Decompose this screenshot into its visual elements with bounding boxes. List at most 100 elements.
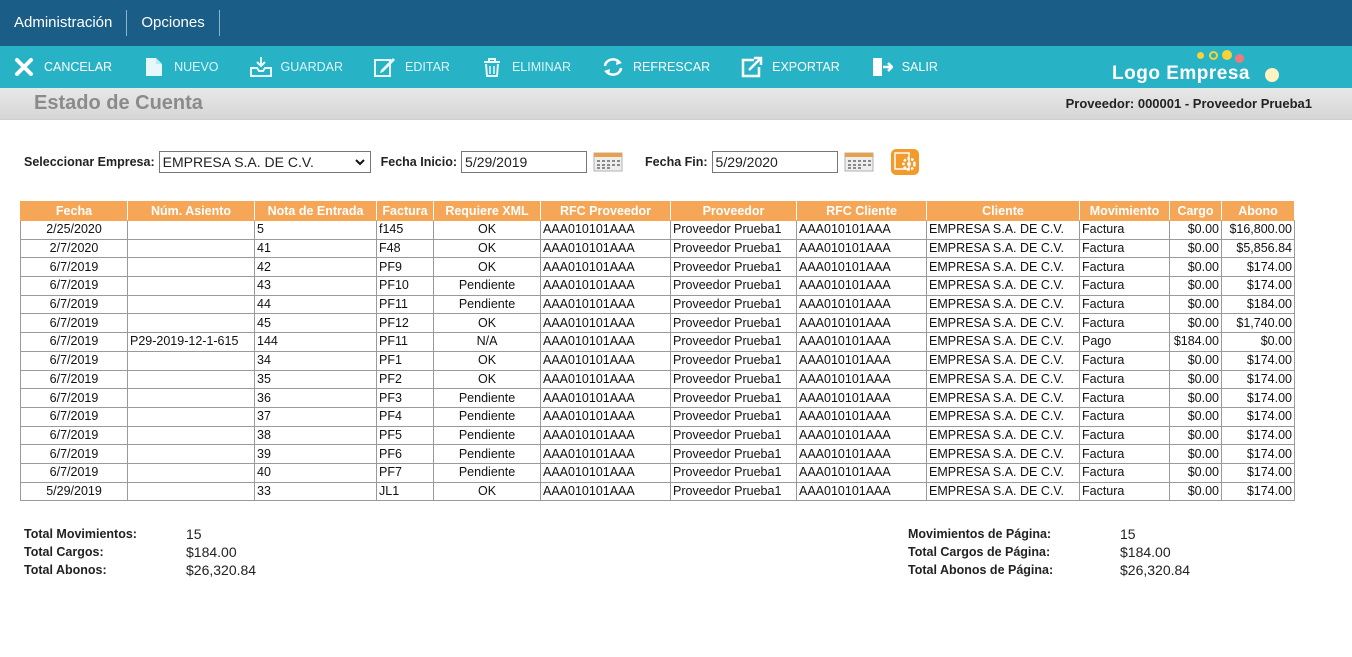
cell-requiere-xml: OK (433, 220, 541, 240)
page-cargos-label: Total Cargos de Página: (908, 545, 1051, 559)
cell-cargo: $0.00 (1169, 313, 1222, 334)
cell-abono: $174.00 (1221, 462, 1295, 483)
cell-cliente: EMPRESA S.A. DE C.V. (926, 276, 1080, 296)
cell-rfc-cliente: AAA010101AAA (796, 369, 927, 390)
cell-fecha: 6/7/2019 (20, 350, 128, 371)
cell-nota-entrada: 36 (254, 388, 377, 408)
cancel-label: CANCELAR (44, 60, 113, 74)
col-requiere-xml[interactable]: Requiere XML (433, 201, 541, 221)
cell-cargo: $0.00 (1169, 238, 1222, 259)
table-row[interactable]: 6/7/2019 36 PF3 Pendiente AAA010101AAA Provee… (20, 388, 1295, 408)
cell-cargo: $0.00 (1169, 220, 1222, 240)
cell-cliente: EMPRESA S.A. DE C.V. (926, 313, 1080, 334)
menu-administracion[interactable]: Administración (12, 10, 128, 36)
cell-abono: $0.00 (1221, 332, 1295, 352)
col-rfc-proveedor[interactable]: RFC Proveedor (540, 201, 671, 221)
edit-icon (373, 56, 397, 78)
chevron-down-icon (354, 152, 366, 178)
search-gear-button[interactable] (890, 148, 920, 176)
refresh-button[interactable]: REFRESCAR (601, 52, 710, 82)
cell-movimiento: Pago (1079, 332, 1170, 352)
fecha-fin-input[interactable]: 5/29/2020 (711, 151, 838, 173)
delete-button[interactable]: ELIMINAR (480, 52, 571, 82)
new-button[interactable]: NUEVO (142, 52, 219, 82)
empresa-label: Seleccionar Empresa: (24, 155, 155, 169)
cell-cargo: $0.00 (1169, 388, 1222, 408)
save-button[interactable]: GUARDAR (249, 52, 343, 82)
table-row[interactable]: 5/29/2019 33 JL1 OK AAA010101AAA Proveedor Pr… (20, 481, 1295, 502)
cell-factura: PF11 (376, 332, 434, 352)
cell-fecha: 6/7/2019 (20, 369, 128, 390)
cell-requiere-xml: Pendiente (433, 406, 541, 427)
table-row[interactable]: 6/7/2019 35 PF2 OK AAA010101AAA Proveedor Pru… (20, 369, 1295, 390)
cell-rfc-proveedor: AAA010101AAA (540, 444, 671, 464)
col-movimiento[interactable]: Movimiento (1079, 201, 1170, 221)
cell-rfc-cliente: AAA010101AAA (796, 238, 927, 259)
menu-opciones[interactable]: Opciones (127, 10, 220, 36)
col-cargo[interactable]: Cargo (1169, 201, 1222, 221)
cell-rfc-cliente: AAA010101AAA (796, 406, 927, 427)
export-button[interactable]: EXPORTAR (740, 52, 840, 82)
table-row[interactable]: 6/7/2019 44 PF11 Pendiente AAA010101AAA Prove… (20, 294, 1295, 315)
cell-movimiento: Factura (1079, 425, 1170, 446)
table-row[interactable]: 6/7/2019 39 PF6 Pendiente AAA010101AAA Provee… (20, 444, 1295, 464)
page-abonos-value: $26,320.84 (1120, 562, 1191, 578)
cell-num-asiento (127, 481, 255, 502)
cell-cliente: EMPRESA S.A. DE C.V. (926, 257, 1080, 278)
cell-rfc-proveedor: AAA010101AAA (540, 462, 671, 483)
cancel-button[interactable]: CANCELAR (12, 52, 112, 82)
col-abono[interactable]: Abono (1221, 201, 1295, 221)
edit-button[interactable]: EDITAR (373, 52, 450, 82)
table-row[interactable]: 6/7/2019 42 PF9 OK AAA010101AAA Proveedor Pru… (20, 257, 1295, 278)
empresa-select[interactable]: EMPRESA S.A. DE C.V. (158, 151, 371, 173)
page-header: Estado de Cuenta Proveedor: 000001 - Pro… (0, 88, 1352, 120)
table-row[interactable]: 2/25/2020 5 f145 OK AAA010101AAA Proveedor Pr… (20, 220, 1295, 240)
cell-proveedor: Proveedor Prueba1 (670, 369, 797, 390)
cell-cliente: EMPRESA S.A. DE C.V. (926, 481, 1080, 502)
fecha-inicio-label: Fecha Inicio: (380, 155, 458, 169)
table-row[interactable]: 6/7/2019 P29-2019-12-1-615 144 PF11 N/A AAA01… (20, 332, 1295, 352)
exit-button[interactable]: SALIR (870, 52, 938, 82)
cell-num-asiento (127, 294, 255, 315)
table-row[interactable]: 6/7/2019 37 PF4 Pendiente AAA010101AAA Provee… (20, 406, 1295, 427)
cell-cargo: $0.00 (1169, 444, 1222, 464)
refresh-label: REFRESCAR (633, 60, 711, 74)
col-proveedor[interactable]: Proveedor (670, 201, 797, 221)
cell-fecha: 6/7/2019 (20, 388, 128, 408)
col-num-asiento[interactable]: Núm. Asiento (127, 201, 255, 221)
cell-nota-entrada: 43 (254, 276, 377, 296)
col-fecha[interactable]: Fecha (20, 201, 128, 221)
col-factura[interactable]: Factura (376, 201, 434, 221)
cell-num-asiento (127, 220, 255, 240)
cell-factura: f145 (376, 220, 434, 240)
cell-rfc-cliente: AAA010101AAA (796, 462, 927, 483)
cell-fecha: 6/7/2019 (20, 332, 128, 352)
col-cliente[interactable]: Cliente (926, 201, 1080, 221)
table-row[interactable]: 6/7/2019 40 PF7 Pendiente AAA010101AAA Provee… (20, 462, 1295, 483)
cell-factura: F48 (376, 238, 434, 259)
page-cargos-value: $184.00 (1120, 544, 1171, 560)
calendar-icon[interactable] (844, 152, 874, 172)
cell-rfc-cliente: AAA010101AAA (796, 425, 927, 446)
total-cargos-value: $184.00 (186, 544, 237, 560)
table-row[interactable]: 6/7/2019 34 PF1 OK AAA010101AAA Proveedor Pru… (20, 350, 1295, 371)
filter-bar: Seleccionar Empresa: EMPRESA S.A. DE C.V… (24, 148, 920, 176)
table-row[interactable]: 6/7/2019 45 PF12 OK AAA010101AAA Proveedor Pr… (20, 313, 1295, 334)
cell-requiere-xml: Pendiente (433, 276, 541, 296)
cell-requiere-xml: Pendiente (433, 388, 541, 408)
new-document-icon (142, 56, 166, 78)
cell-num-asiento (127, 369, 255, 390)
cell-proveedor: Proveedor Prueba1 (670, 406, 797, 427)
cell-factura: PF6 (376, 444, 434, 464)
fecha-inicio-input[interactable]: 5/29/2019 (461, 151, 588, 173)
col-nota-entrada[interactable]: Nota de Entrada (254, 201, 377, 221)
table-row[interactable]: 6/7/2019 38 PF5 Pendiente AAA010101AAA Provee… (20, 425, 1295, 446)
table-row[interactable]: 2/7/2020 41 F48 OK AAA010101AAA Proveedor Pru… (20, 238, 1295, 259)
cell-fecha: 6/7/2019 (20, 462, 128, 483)
col-rfc-cliente[interactable]: RFC Cliente (796, 201, 927, 221)
calendar-icon[interactable] (593, 152, 623, 172)
cell-rfc-proveedor: AAA010101AAA (540, 369, 671, 390)
table-row[interactable]: 6/7/2019 43 PF10 Pendiente AAA010101AAA Prove… (20, 276, 1295, 296)
page-abonos-label: Total Abonos de Página: (908, 563, 1054, 577)
cell-requiere-xml: OK (433, 257, 541, 278)
